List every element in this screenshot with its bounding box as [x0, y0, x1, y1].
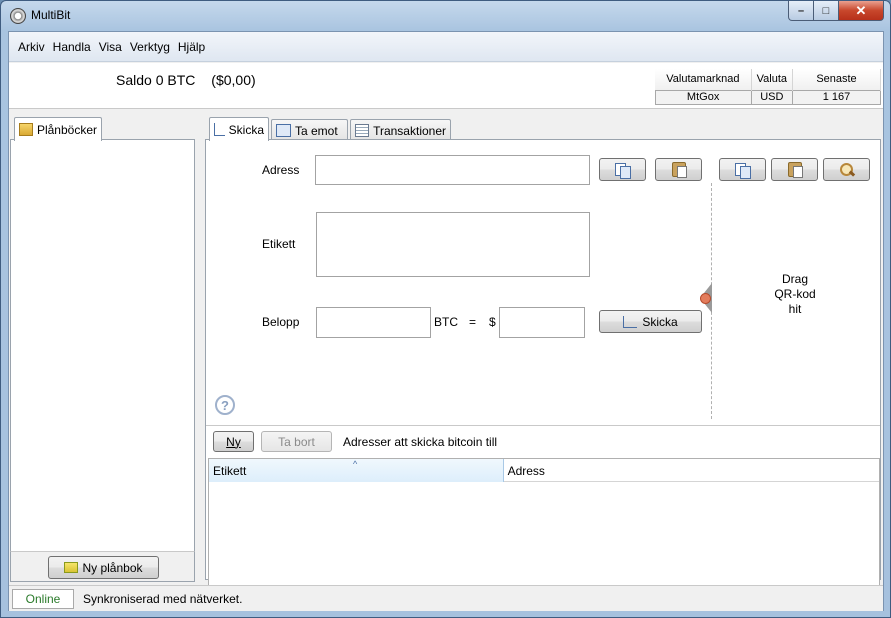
paste-address-button[interactable] — [655, 158, 702, 181]
add-wallet-icon — [64, 562, 79, 573]
wallet-icon — [19, 123, 33, 136]
ticker-currency: USD — [750, 89, 794, 105]
client-area: Arkiv Handla Visa Verktyg Hjälp Saldo 0 … — [8, 31, 884, 611]
send-icon — [214, 123, 225, 136]
balance-display: Saldo 0 BTC ($0,00) — [116, 72, 256, 88]
tab-transactions[interactable]: Transaktioner — [350, 119, 451, 141]
collapse-qr-icon[interactable] — [700, 293, 711, 304]
copy-icon — [614, 162, 631, 179]
balance-btc: 0 BTC — [155, 72, 196, 88]
delete-address-button[interactable]: Ta bort — [261, 431, 332, 452]
menu-arkiv[interactable]: Arkiv — [14, 40, 49, 54]
qr-drop-zone[interactable]: Drag QR-kod hit — [762, 272, 828, 317]
ticker-header-last: Senaste — [792, 69, 881, 90]
menu-visa[interactable]: Visa — [95, 40, 126, 54]
new-wallet-button[interactable]: Ny plånbok — [48, 556, 159, 579]
send-button-label: Skicka — [642, 314, 678, 329]
zoom-qr-button[interactable] — [823, 158, 870, 181]
new-address-label: Ny — [226, 434, 241, 449]
menu-verktyg[interactable]: Verktyg — [126, 40, 174, 54]
paste-icon — [671, 162, 687, 178]
status-bar: Online Synkroniserad med nätverket. — [9, 585, 883, 611]
menu-hjalp[interactable]: Hjälp — [174, 40, 209, 54]
copy-icon — [734, 162, 751, 179]
btc-unit: BTC — [434, 315, 458, 329]
column-label-text: Etikett — [213, 463, 247, 478]
label-textarea[interactable] — [316, 212, 590, 277]
section-divider — [206, 425, 880, 426]
address-label: Adress — [262, 163, 300, 177]
ticker-last-price: 1 167 — [792, 89, 881, 105]
main-panel: Skicka Ta emot Transaktioner Adress Etik… — [205, 117, 883, 610]
balance-fiat: ($0,00) — [211, 72, 256, 88]
address-book-title: Adresser att skicka bitcoin till — [343, 435, 498, 449]
address-table-header: ^ Etikett Adress — [209, 459, 879, 482]
wallet-list[interactable] — [10, 139, 195, 551]
window-controls: – □ ✕ — [788, 1, 884, 21]
balance-label: Saldo — [116, 72, 152, 88]
new-wallet-label: Ny plånbok — [82, 560, 143, 575]
exchange-ticker: Valutamarknad Valuta Senaste MtGox USD 1… — [654, 69, 881, 105]
wallet-footer: Ny plånbok — [10, 551, 195, 582]
tab-transactions-label: Transaktioner — [373, 123, 446, 138]
tab-send[interactable]: Skicka — [209, 117, 269, 141]
tab-send-label: Skicka — [228, 122, 264, 137]
amount-btc-input[interactable] — [316, 307, 431, 338]
ticker-header-currency: Valuta — [751, 69, 794, 90]
ticker-exchange: MtGox — [654, 89, 752, 105]
copy-qr-button[interactable] — [719, 158, 766, 181]
help-icon[interactable]: ? — [215, 395, 235, 415]
label-label: Etikett — [262, 237, 296, 251]
transactions-table-icon — [355, 124, 370, 137]
send-button[interactable]: Skicka — [599, 310, 702, 333]
close-button[interactable]: ✕ — [839, 1, 884, 21]
amount-label: Belopp — [262, 315, 300, 329]
address-input[interactable] — [315, 155, 590, 185]
amount-fiat-input[interactable] — [499, 307, 585, 338]
wallets-panel: Plånböcker Ny plånbok — [10, 117, 196, 582]
send-form: Adress Etikett Belopp BTC = $ Skicka Dra… — [205, 139, 881, 610]
tab-receive-label: Ta emot — [295, 123, 338, 138]
tab-wallets[interactable]: Plånböcker — [14, 117, 102, 141]
column-header-label[interactable]: ^ Etikett — [209, 459, 504, 482]
qr-drop-text-3: hit — [788, 302, 802, 316]
sync-status: Synkroniserad med nätverket. — [83, 592, 243, 606]
application-window: MultiBit – □ ✕ Arkiv Handla Visa Verktyg… — [0, 0, 891, 618]
column-header-address[interactable]: Adress — [504, 459, 879, 482]
copy-address-button[interactable] — [599, 158, 646, 181]
qr-drop-text-1: Drag — [781, 272, 808, 286]
minimize-button[interactable]: – — [788, 1, 814, 21]
sort-ascending-icon: ^ — [353, 459, 358, 469]
online-indicator: Online — [12, 589, 74, 609]
equals-sign: = — [469, 315, 477, 329]
menu-handla[interactable]: Handla — [49, 40, 95, 54]
paste-icon — [787, 162, 803, 178]
tab-wallets-label: Plånböcker — [36, 122, 97, 137]
maximize-button[interactable]: □ — [814, 1, 839, 21]
window-title: MultiBit — [31, 8, 71, 22]
multibit-logo-icon — [10, 8, 26, 24]
column-address-text: Adress — [507, 463, 545, 478]
title-bar[interactable]: MultiBit – □ ✕ — [1, 1, 890, 31]
new-address-button[interactable]: Ny — [213, 431, 254, 452]
magnifier-icon — [839, 162, 854, 177]
qr-drop-text-2: QR-kod — [774, 287, 816, 301]
delete-address-label: Ta bort — [278, 434, 315, 449]
menu-bar: Arkiv Handla Visa Verktyg Hjälp — [9, 32, 883, 62]
paste-qr-button[interactable] — [771, 158, 818, 181]
balance-header: Saldo 0 BTC ($0,00) Valutamarknad Valuta… — [9, 63, 883, 109]
ticker-header-exchange: Valutamarknad — [655, 69, 752, 90]
tab-receive[interactable]: Ta emot — [271, 119, 348, 141]
receive-icon — [276, 124, 291, 137]
send-icon — [623, 315, 638, 328]
currency-symbol: $ — [489, 315, 496, 329]
